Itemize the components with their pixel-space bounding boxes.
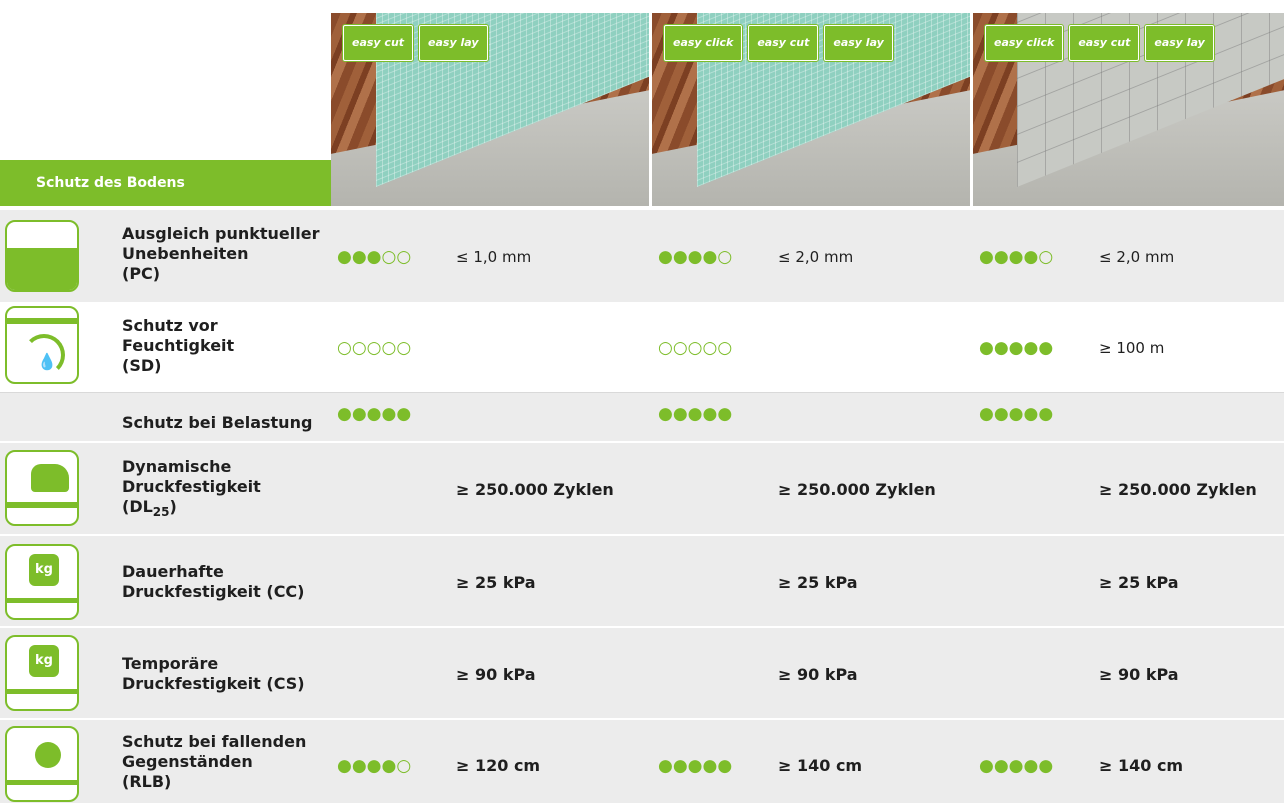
value: ≥ 25 kPa bbox=[456, 573, 536, 592]
weight-icon: kg bbox=[5, 635, 79, 711]
easy-lay-badge: easy lay bbox=[1145, 25, 1214, 61]
value: ≥ 250.000 Zyklen bbox=[778, 480, 936, 499]
table-row: kg Dauerhafte Druckfestigkeit (CC) ≥ 25 k… bbox=[0, 536, 1284, 626]
section-header: Schutz des Bodens bbox=[0, 160, 331, 206]
rating-dots: ●●●●● bbox=[979, 404, 1054, 424]
row-label: Schutz vor Feuchtigkeit (SD) bbox=[122, 316, 235, 375]
moisture-icon: 💧 bbox=[5, 306, 79, 384]
value: ≥ 100 m bbox=[1099, 339, 1165, 357]
value: ≥ 250.000 Zyklen bbox=[1099, 480, 1257, 499]
value: ≥ 90 kPa bbox=[778, 665, 858, 684]
rating-dots: ●●●●● bbox=[979, 338, 1054, 358]
table-row: Ausgleich punktueller Unebenheiten (PC) ●●… bbox=[0, 210, 1284, 302]
product-image-1: easy cut easy lay bbox=[331, 13, 649, 206]
easy-cut-badge: easy cut bbox=[748, 25, 819, 61]
rating-dots: ●●●●○ bbox=[337, 756, 412, 776]
rating-dots: ○○○○○ bbox=[337, 338, 412, 358]
product-image-3: easy click easy cut easy lay bbox=[973, 13, 1284, 206]
value: ≥ 90 kPa bbox=[456, 665, 536, 684]
table-row: 💧 Schutz vor Feuchtigkeit (SD) ○○○○○ ○○○○○… bbox=[0, 304, 1284, 390]
rating-dots: ○○○○○ bbox=[658, 338, 733, 358]
value: ≤ 2,0 mm bbox=[778, 248, 854, 266]
rating-dots: ●●●●○ bbox=[979, 247, 1054, 267]
rating-dots: ●●●●● bbox=[658, 756, 733, 776]
value: ≤ 2,0 mm bbox=[1099, 248, 1175, 266]
value: ≥ 120 cm bbox=[456, 756, 541, 775]
easy-cut-badge: easy cut bbox=[343, 25, 414, 61]
easy-cut-badge: easy cut bbox=[1069, 25, 1140, 61]
row-label: Schutz bei Belastung bbox=[122, 413, 313, 432]
easy-lay-badge: easy lay bbox=[419, 25, 488, 61]
rating-dots: ●●●●● bbox=[658, 404, 733, 424]
easy-click-badge: easy click bbox=[985, 25, 1064, 61]
value: ≥ 140 cm bbox=[1099, 756, 1184, 775]
value: ≥ 250.000 Zyklen bbox=[456, 480, 614, 499]
value: ≥ 25 kPa bbox=[778, 573, 858, 592]
table-row: kg Temporäre Druckfestigkeit (CS) ≥ 90 kP… bbox=[0, 628, 1284, 718]
rating-dots: ●●●●● bbox=[979, 756, 1054, 776]
value: ≥ 140 cm bbox=[778, 756, 863, 775]
product-image-2: easy click easy cut easy lay bbox=[652, 13, 970, 206]
row-label: Ausgleich punktueller Unebenheiten (PC) bbox=[122, 224, 320, 283]
footstep-icon bbox=[5, 450, 79, 526]
easy-click-badge: easy click bbox=[664, 25, 743, 61]
value: ≥ 25 kPa bbox=[1099, 573, 1179, 592]
rating-dots: ●●●●○ bbox=[658, 247, 733, 267]
table-row: Dynamische Druckfestigkeit (DL25) ≥ 250.0… bbox=[0, 443, 1284, 534]
weight-icon: kg bbox=[5, 544, 79, 620]
row-label: Dynamische Druckfestigkeit (DL25) bbox=[122, 457, 261, 520]
table-row: Schutz bei fallenden Gegenständen (RLB) ●●… bbox=[0, 720, 1284, 803]
table-row: Schutz bei Belastung ●●●●● ●●●●● ●●●●● bbox=[0, 393, 1284, 441]
falling-object-icon bbox=[5, 726, 79, 802]
unevenness-icon bbox=[5, 220, 79, 292]
row-label: Temporäre Druckfestigkeit (CS) bbox=[122, 654, 305, 693]
value: ≥ 90 kPa bbox=[1099, 665, 1179, 684]
rating-dots: ●●●○○ bbox=[337, 247, 412, 267]
rating-dots: ●●●●● bbox=[337, 404, 412, 424]
row-label: Dauerhafte Druckfestigkeit (CC) bbox=[122, 562, 305, 601]
value: ≤ 1,0 mm bbox=[456, 248, 532, 266]
easy-lay-badge: easy lay bbox=[824, 25, 893, 61]
row-label: Schutz bei fallenden Gegenständen (RLB) bbox=[122, 732, 307, 791]
